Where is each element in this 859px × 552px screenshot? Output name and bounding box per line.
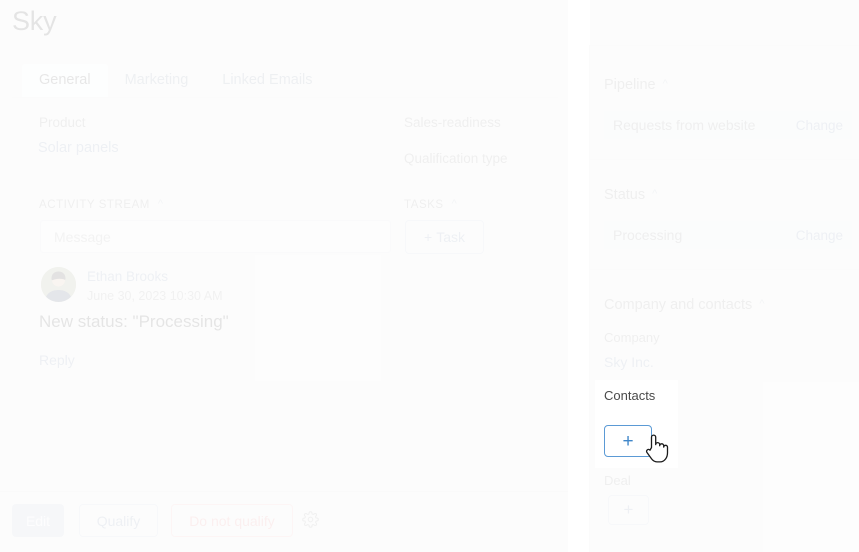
company-label: Company (604, 330, 660, 345)
chevron-up-icon: ^ (759, 298, 765, 310)
field-label-sales-readiness: Sales-readiness (404, 115, 501, 130)
sidebar-divider-1 (590, 159, 859, 160)
field-label-qualification-type: Qualification type (404, 151, 508, 166)
pipeline-value-chip[interactable]: Requests from website Change (604, 111, 852, 139)
sidebar-section-company-contacts[interactable]: Company and contacts ^ (604, 297, 764, 313)
lead-detail-window: Sky General Marketing Linked Emails Prod… (0, 0, 859, 552)
activity-entry-title: New status: "Processing" (39, 312, 229, 331)
chevron-up-icon: ^ (157, 198, 164, 210)
chevron-up-icon: ^ (652, 188, 658, 200)
add-deal-button[interactable]: + (608, 495, 649, 525)
activity-author[interactable]: Ethan Brooks (87, 269, 168, 284)
dimmed-overlay-content: Sky General Marketing Linked Emails Prod… (0, 0, 859, 552)
sidebar-divider-2 (590, 269, 859, 270)
field-value-product[interactable]: Solar panels (38, 140, 119, 156)
pipeline-value: Requests from website (613, 117, 756, 133)
contacts-label-highlighted: Contacts (604, 388, 656, 403)
do-not-qualify-button[interactable]: Do not qualify (171, 504, 293, 537)
sidebar-section-pipeline-label: Pipeline (604, 77, 656, 93)
edit-button[interactable]: Edit (12, 504, 64, 537)
chevron-up-icon: ^ (451, 198, 458, 210)
add-task-button[interactable]: + Task (405, 220, 484, 254)
qualify-button[interactable]: Qualify (79, 504, 158, 537)
section-activity-stream[interactable]: ACTIVITY STREAM ^ (39, 198, 164, 211)
message-input[interactable]: Message (40, 220, 391, 253)
sidebar-section-pipeline[interactable]: Pipeline ^ (604, 77, 668, 93)
sidebar-section-status[interactable]: Status ^ (604, 187, 657, 203)
section-tasks-label: TASKS (404, 199, 444, 211)
reply-link[interactable]: Reply (39, 352, 75, 368)
tab-marketing[interactable]: Marketing (108, 64, 206, 97)
tab-linked-emails[interactable]: Linked Emails (205, 64, 329, 97)
status-change-link[interactable]: Change (796, 228, 843, 243)
tab-general[interactable]: General (22, 64, 108, 97)
status-value-chip[interactable]: Processing Change (604, 221, 852, 249)
deal-label: Deal (604, 473, 631, 488)
page-title: Sky (12, 6, 57, 36)
gear-icon[interactable] (302, 511, 319, 528)
sidebar-vertical-divider (589, 45, 590, 552)
tab-bar: General Marketing Linked Emails (22, 62, 330, 97)
sidebar-section-status-label: Status (604, 187, 646, 203)
add-contact-button-highlighted[interactable]: + (604, 425, 652, 457)
contacts-spotlight: Contacts + (595, 380, 678, 468)
plus-icon: + (424, 229, 433, 245)
section-tasks[interactable]: TASKS ^ (404, 198, 458, 211)
add-task-label: Task (436, 229, 465, 245)
status-value: Processing (613, 227, 683, 243)
message-input-placeholder: Message (54, 228, 111, 245)
avatar (41, 267, 76, 302)
company-value[interactable]: Sky Inc. (604, 354, 654, 370)
field-label-product: Product (39, 115, 86, 130)
activity-timestamp: June 30, 2023 10:30 AM (87, 289, 223, 303)
pipeline-change-link[interactable]: Change (796, 118, 843, 133)
section-activity-stream-label: ACTIVITY STREAM (39, 199, 150, 211)
sidebar-section-company-contacts-label: Company and contacts (604, 297, 753, 313)
sidebar-top-divider (590, 45, 859, 46)
tab-bar-divider (12, 97, 558, 98)
chevron-up-icon: ^ (662, 78, 668, 90)
